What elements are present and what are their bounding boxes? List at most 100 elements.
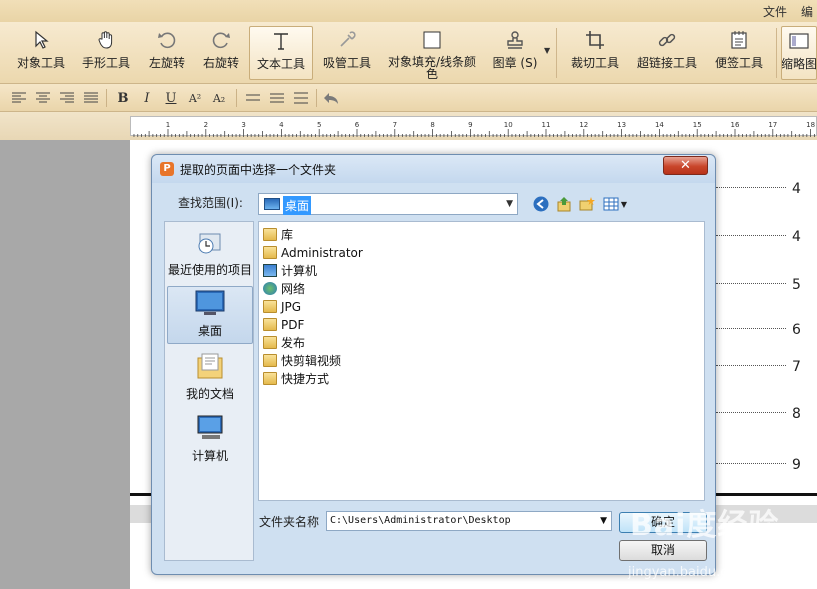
dialog-titlebar: P 提取的页面中选择一个文件夹 ✕ — [152, 155, 715, 183]
new-folder-button[interactable] — [578, 195, 596, 213]
menu-file[interactable]: 文件 — [763, 3, 787, 20]
hyperlink-tool-button[interactable]: 超链接工具 — [634, 26, 700, 80]
bold-button[interactable]: B — [114, 89, 132, 107]
place-desktop[interactable]: 桌面 — [167, 286, 253, 344]
dotted-leader — [716, 463, 786, 464]
list-item-label: 库 — [281, 228, 294, 242]
ruler-ticks: 1 2 3 4 5 6 7 8 9 10 11 12 13 14 15 16 17 18 — [133, 121, 815, 137]
eyedropper-tool-button[interactable]: 吸管工具 — [318, 26, 376, 80]
align-center-button[interactable] — [34, 89, 52, 107]
folder-icon — [263, 336, 277, 349]
look-in-value: 桌面 — [283, 196, 312, 215]
ruler-number: 4 — [279, 121, 284, 129]
list-item[interactable]: 网络 — [263, 280, 305, 297]
page-number-text: 4 — [792, 181, 801, 197]
justify-button[interactable] — [82, 89, 100, 107]
hand-tool-button[interactable]: 手形工具 — [77, 26, 135, 80]
superscript-button[interactable]: A² — [186, 89, 204, 107]
stamp-tool-button[interactable]: 图章 (S) — [490, 26, 540, 80]
computer-icon — [263, 264, 277, 277]
line-spacing-3-button[interactable] — [292, 89, 310, 107]
horizontal-ruler: 1 2 3 4 5 6 7 8 9 10 11 12 13 14 15 16 17 18 — [130, 116, 817, 137]
place-documents[interactable]: 我的文档 — [167, 348, 253, 406]
justify-icon — [84, 92, 98, 103]
folder-list: 库 Administrator 计算机网络 JPG PDF 发布 快剪辑视频快捷方式 — [258, 221, 705, 501]
documents-folder-icon — [194, 352, 226, 380]
list-item[interactable]: PDF — [263, 316, 304, 333]
thumbnail-button[interactable]: 缩略图 — [781, 26, 817, 80]
format-separator — [236, 89, 237, 107]
computer-icon — [194, 414, 226, 442]
ruler-number: 1 — [166, 121, 170, 129]
view-menu-button[interactable]: ▼ — [602, 195, 628, 213]
list-item-label: JPG — [281, 299, 302, 314]
up-one-level-button[interactable] — [555, 195, 573, 213]
look-in-label: 查找范围(I): — [178, 196, 243, 210]
underline-button[interactable]: U — [162, 89, 180, 107]
rotate-left-button[interactable]: 左旋转 — [143, 26, 191, 80]
library-icon — [263, 228, 277, 241]
toolbar-separator — [776, 28, 777, 78]
crop-tool-button[interactable]: 裁切工具 — [566, 26, 624, 80]
places-bar: 最近使用的项目 桌面 我的文档 计算机 — [164, 221, 254, 561]
place-recent[interactable]: 最近使用的项目 — [167, 224, 253, 282]
back-button[interactable] — [532, 195, 550, 213]
rotate-right-icon — [210, 29, 232, 51]
list-item[interactable]: 快捷方式 — [263, 370, 329, 387]
menu-bar: 文件 编 — [763, 3, 817, 20]
new-folder-icon — [579, 197, 595, 211]
ruler-number: 10 — [504, 121, 513, 129]
list-item-label: PDF — [281, 317, 305, 332]
user-folder-icon — [263, 246, 277, 259]
ruler-number: 6 — [355, 121, 360, 129]
subscript-button[interactable]: A₂ — [210, 89, 228, 107]
align-right-icon — [60, 92, 74, 103]
ruler-number: 16 — [731, 121, 740, 129]
line-spacing-1-button[interactable] — [244, 89, 262, 107]
object-tool-button[interactable]: 对象工具 — [12, 26, 70, 80]
line-spacing-icon — [294, 92, 308, 104]
dotted-leader — [716, 328, 786, 329]
list-item[interactable]: Administrator — [263, 244, 363, 261]
fill-line-color-button[interactable]: 对象填充/线条颜色 — [383, 26, 481, 80]
chevron-down-icon: ▼ — [506, 199, 513, 209]
italic-button[interactable]: I — [138, 89, 156, 107]
page-number-text: 9 — [792, 457, 801, 473]
format-separator — [316, 89, 317, 107]
undo-button[interactable] — [322, 89, 340, 107]
look-in-combobox[interactable]: 桌面 ▼ — [258, 193, 518, 215]
ruler-number: 13 — [617, 121, 626, 129]
line-spacing-2-button[interactable] — [268, 89, 286, 107]
text-tool-button[interactable]: 文本工具 — [249, 26, 313, 80]
page-number-text: 7 — [792, 359, 801, 375]
close-button[interactable]: ✕ — [663, 156, 708, 175]
dotted-leader — [716, 235, 786, 236]
dotted-leader — [716, 412, 786, 413]
view-grid-icon — [603, 197, 619, 211]
watermark-logo: Bai度经验 — [630, 508, 780, 543]
place-computer[interactable]: 计算机 — [167, 410, 253, 468]
folder-name-input[interactable]: C:\Users\Administrator\Desktop ▼ — [326, 511, 612, 531]
align-right-button[interactable] — [58, 89, 76, 107]
format-separator — [106, 89, 107, 107]
ruler-number: 2 — [204, 121, 208, 129]
list-item[interactable]: JPG — [263, 298, 301, 315]
toolbar-separator — [556, 28, 557, 78]
note-tool-button[interactable]: 便签工具 — [710, 26, 768, 80]
list-item-label: 计算机 — [281, 264, 318, 278]
list-item[interactable]: 计算机 — [263, 262, 317, 279]
rotate-right-button[interactable]: 右旋转 — [197, 26, 245, 80]
list-item[interactable]: 发布 — [263, 334, 305, 351]
folder-icon — [263, 318, 277, 331]
align-left-button[interactable] — [10, 89, 28, 107]
folder-name-label: 文件夹名称 — [259, 515, 320, 529]
list-item-label: 快捷方式 — [281, 372, 330, 386]
menu-edit[interactable]: 编 — [801, 3, 813, 20]
list-item[interactable]: 库 — [263, 226, 293, 243]
main-toolbar: 对象工具 手形工具 左旋转 右旋转 文本工具 吸管工具 对象填充/线条颜色 图章… — [0, 22, 817, 84]
ruler-number: 9 — [468, 121, 472, 129]
cursor-arrow-icon — [30, 29, 52, 51]
list-item[interactable]: 快剪辑视频 — [263, 352, 341, 369]
stamp-dropdown-arrow[interactable]: ▼ — [544, 46, 550, 55]
hand-icon — [95, 29, 117, 51]
